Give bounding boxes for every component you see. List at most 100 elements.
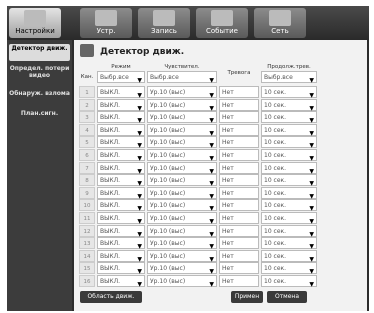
mode-select[interactable]: ВЫКЛ. ▼ (97, 262, 145, 275)
alarm-field[interactable]: Нет (219, 212, 259, 224)
sensitivity-select[interactable]: Ур.10 (выс) ▼ (147, 199, 217, 212)
duration-select[interactable]: 10 сек. ▼ (261, 212, 317, 225)
sensitivity-select[interactable]: Ур.10 (выс) ▼ (147, 186, 217, 200)
settings-icon (24, 10, 46, 26)
apply-button[interactable]: Примен (231, 291, 263, 303)
alarm-field[interactable]: Нет (219, 275, 259, 287)
sensitivity-select[interactable]: Ур.10 (выс) ▼ (147, 174, 217, 187)
duration-select[interactable]: 10 сек. ▼ (261, 161, 317, 175)
table-row: 8 ВЫКЛ. ▼ Ур.10 (выс) ▼ Нет 10 сек. ▼ (79, 174, 359, 187)
mode-value: ВЫКЛ. (100, 265, 121, 273)
channel-number: 6 (79, 149, 95, 161)
sidebar-item-motion[interactable]: Детектор движ. (9, 44, 70, 61)
sensitivity-value: Ур.10 (выс) (150, 126, 186, 134)
mode-select[interactable]: ВЫКЛ. ▼ (97, 199, 145, 212)
mode-select[interactable]: ВЫКЛ. ▼ (97, 212, 145, 225)
table-row: 13 ВЫКЛ. ▼ Ур.10 (выс) ▼ Нет 10 сек. ▼ (79, 237, 359, 250)
sensitivity-select[interactable]: Ур.10 (выс) ▼ (147, 98, 217, 112)
sensitivity-select[interactable]: Ур.10 (выс) ▼ (147, 212, 217, 225)
mode-select[interactable]: ВЫКЛ. ▼ (97, 275, 145, 288)
header-alarm: Тревога (227, 70, 251, 76)
sensitivity-select[interactable]: Ур.10 (выс) ▼ (147, 149, 217, 162)
duration-select[interactable]: 10 сек. ▼ (261, 111, 317, 124)
alarm-field[interactable]: Нет (219, 224, 259, 237)
alarm-field[interactable]: Нет (219, 86, 259, 98)
sensitivity-select[interactable]: Ур.10 (выс) ▼ (147, 237, 217, 250)
sensitivity-value: Ур.10 (выс) (150, 252, 186, 260)
mode-select[interactable]: ВЫКЛ. ▼ (97, 161, 145, 175)
mode-value: ВЫКЛ. (100, 278, 121, 285)
sensitivity-select[interactable]: Ур.10 (выс) ▼ (147, 262, 217, 275)
alarm-field[interactable]: Нет (219, 111, 259, 124)
mode-select[interactable]: ВЫКЛ. ▼ (97, 123, 145, 137)
sensitivity-select-all[interactable]: Выбр.все ▼ (147, 71, 217, 84)
channel-number: 12 (79, 224, 95, 237)
alarm-field[interactable]: Нет (219, 161, 259, 174)
duration-select[interactable]: 10 сек. ▼ (261, 136, 317, 149)
alarm-field[interactable]: Нет (219, 186, 259, 199)
select-all-label: Выбр.все (150, 74, 179, 81)
mode-select[interactable]: ВЫКЛ. ▼ (97, 237, 145, 250)
mode-select[interactable]: ВЫКЛ. ▼ (97, 149, 145, 162)
cancel-button[interactable]: Отмена (267, 291, 307, 303)
sensitivity-select[interactable]: Ур.10 (выс) ▼ (147, 123, 217, 137)
duration-select[interactable]: 10 сек. ▼ (261, 249, 317, 263)
duration-value: 10 сек. (264, 89, 287, 96)
duration-select[interactable]: 10 сек. ▼ (261, 98, 317, 112)
select-all-label: Выбр.все (264, 74, 293, 81)
sidebar-item-tamper[interactable]: Обнаруж. взлома (9, 90, 70, 104)
mode-select[interactable]: ВЫКЛ. ▼ (97, 174, 145, 187)
alarm-field[interactable]: Нет (219, 149, 259, 161)
duration-select[interactable]: 10 сек. ▼ (261, 123, 317, 137)
sensitivity-select[interactable]: Ур.10 (выс) ▼ (147, 224, 217, 238)
sensitivity-value: Ур.10 (выс) (150, 240, 186, 248)
duration-select[interactable]: 10 сек. ▼ (261, 199, 317, 212)
mode-select[interactable]: ВЫКЛ. ▼ (97, 224, 145, 238)
duration-value: 10 сек. (264, 202, 287, 210)
tab-device[interactable]: Устр. (80, 8, 132, 38)
sensitivity-select[interactable]: Ур.10 (выс) ▼ (147, 111, 217, 124)
sensitivity-select[interactable]: Ур.10 (выс) ▼ (147, 136, 217, 149)
mode-select[interactable]: ВЫКЛ. ▼ (97, 86, 145, 99)
alarm-field[interactable]: Нет (219, 199, 259, 212)
motion-area-button[interactable]: Область движ. (80, 291, 142, 303)
sensitivity-value: Ур.10 (выс) (150, 189, 186, 197)
sidebar-item-alarm-schedule[interactable]: План.сигн. (9, 110, 70, 118)
table-row: 11 ВЫКЛ. ▼ Ур.10 (выс) ▼ Нет 10 сек. ▼ (79, 212, 359, 225)
sensitivity-value: Ур.10 (выс) (150, 227, 186, 235)
sensitivity-select[interactable]: Ур.10 (выс) ▼ (147, 275, 217, 288)
mode-select-all[interactable]: Выбр.все ▼ (97, 71, 145, 84)
tab-network[interactable]: Сеть (254, 8, 306, 38)
sensitivity-value: Ур.10 (выс) (150, 114, 186, 122)
duration-select-all[interactable]: Выбр.все ▼ (261, 71, 317, 84)
duration-select[interactable]: 10 сек. ▼ (261, 224, 317, 238)
dvr-settings-window: Настройки Устр. Запись Событие Сеть Дете… (0, 0, 374, 313)
sensitivity-select[interactable]: Ур.10 (выс) ▼ (147, 249, 217, 263)
sidebar-item-video-loss[interactable]: Определ. потери видео (9, 65, 70, 85)
alarm-field[interactable]: Нет (219, 262, 259, 275)
duration-select[interactable]: 10 сек. ▼ (261, 275, 317, 288)
sensitivity-select[interactable]: Ур.10 (выс) ▼ (147, 86, 217, 99)
alarm-field[interactable]: Нет (219, 237, 259, 250)
mode-select[interactable]: ВЫКЛ. ▼ (97, 136, 145, 149)
alarm-field[interactable]: Нет (219, 136, 259, 149)
tab-event[interactable]: Событие (196, 8, 248, 38)
duration-select[interactable]: 10 сек. ▼ (261, 237, 317, 250)
duration-select[interactable]: 10 сек. ▼ (261, 186, 317, 200)
duration-value: 10 сек. (264, 126, 287, 134)
alarm-field[interactable]: Нет (219, 174, 259, 187)
tab-recording[interactable]: Запись (138, 8, 190, 38)
alarm-field[interactable]: Нет (219, 123, 259, 136)
mode-select[interactable]: ВЫКЛ. ▼ (97, 186, 145, 200)
mode-select[interactable]: ВЫКЛ. ▼ (97, 249, 145, 263)
duration-select[interactable]: 10 сек. ▼ (261, 262, 317, 275)
duration-select[interactable]: 10 сек. ▼ (261, 149, 317, 162)
duration-select[interactable]: 10 сек. ▼ (261, 86, 317, 99)
tab-settings[interactable]: Настройки (9, 8, 61, 38)
mode-select[interactable]: ВЫКЛ. ▼ (97, 111, 145, 124)
mode-select[interactable]: ВЫКЛ. ▼ (97, 98, 145, 112)
alarm-field[interactable]: Нет (219, 249, 259, 262)
sensitivity-select[interactable]: Ур.10 (выс) ▼ (147, 161, 217, 175)
duration-select[interactable]: 10 сек. ▼ (261, 174, 317, 187)
alarm-field[interactable]: Нет (219, 98, 259, 111)
